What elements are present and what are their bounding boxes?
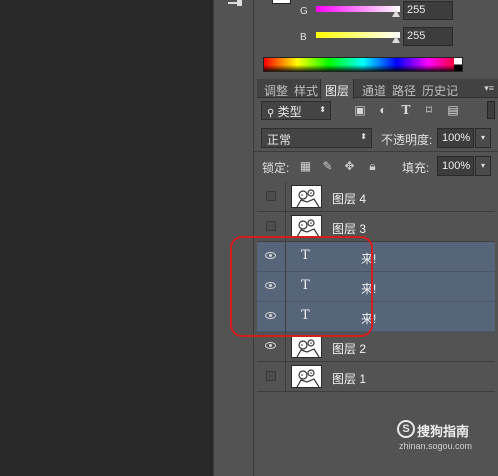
sogou-logo-icon: S xyxy=(397,420,415,438)
spectrum-shade xyxy=(264,65,462,71)
brush-icon[interactable] xyxy=(228,0,242,8)
shape-layer-filter-icon[interactable]: ⌑ xyxy=(422,103,436,117)
blue-slider-thumb[interactable] xyxy=(392,36,400,43)
watermark-url: zhinan.sogou.com xyxy=(399,441,473,451)
tab-styles[interactable]: 样式 xyxy=(290,79,322,98)
fill-dropdown-button[interactable]: ▾ xyxy=(475,156,491,176)
blend-mode-select[interactable]: 正常 ⬍ xyxy=(261,128,372,148)
panel-tab-bar: 调整 样式 图层 通道 路径 历史记 ▾≡ xyxy=(257,79,498,99)
tab-paths[interactable]: 路径 xyxy=(388,79,420,98)
opacity-input[interactable]: 100% xyxy=(437,128,474,148)
opacity-label: 不透明度: xyxy=(381,133,433,147)
color-spectrum-bar[interactable] xyxy=(263,57,463,72)
blue-channel-label: B xyxy=(300,32,307,43)
fill-label: 填充: xyxy=(402,161,430,175)
selection-highlight-annotation xyxy=(230,236,373,337)
green-slider-track[interactable] xyxy=(316,6,400,12)
panel-menu-icon[interactable]: ▾≡ xyxy=(484,83,494,94)
hidden-box-icon xyxy=(266,221,276,231)
green-slider-thumb[interactable] xyxy=(392,10,400,17)
lock-label: 锁定: xyxy=(262,161,290,175)
visibility-toggle[interactable] xyxy=(257,362,286,392)
opacity-dropdown-button[interactable]: ▾ xyxy=(475,128,491,148)
black-white-swatch[interactable] xyxy=(454,58,462,71)
smart-object-filter-icon[interactable]: ▤ xyxy=(446,103,460,117)
watermark-text: 搜狗指南 xyxy=(417,424,470,439)
layer-row[interactable]: 图层 1 xyxy=(257,362,495,392)
eye-icon xyxy=(265,342,276,349)
layer-filter-kind-select[interactable]: ⚲ 类型 ⬍ xyxy=(261,101,331,120)
document-canvas-area[interactable] xyxy=(0,0,213,476)
tab-channels[interactable]: 通道 xyxy=(358,79,390,98)
updown-arrows-icon: ⬍ xyxy=(360,132,367,141)
layer-thumbnail xyxy=(291,185,322,208)
tab-history[interactable]: 历史记 xyxy=(418,79,462,98)
lock-image-pixels-icon[interactable]: ✎ xyxy=(321,160,334,173)
layer-name[interactable]: 图层 3 xyxy=(332,220,366,237)
layer-name[interactable]: 图层 1 xyxy=(332,370,366,387)
green-value-input[interactable]: 255 xyxy=(403,1,453,20)
divider xyxy=(254,151,498,152)
green-channel-label: G xyxy=(300,6,308,17)
visibility-toggle[interactable] xyxy=(257,182,286,212)
updown-arrows-icon: ⬍ xyxy=(319,105,326,114)
type-layer-filter-icon[interactable]: T xyxy=(399,103,413,117)
lock-all-icon[interactable]: 🔒︎ xyxy=(366,160,379,173)
hidden-box-icon xyxy=(266,191,276,201)
filter-kind-label: 类型 xyxy=(277,105,302,119)
layer-name[interactable]: 图层 2 xyxy=(332,340,366,357)
blue-slider-track[interactable] xyxy=(316,32,400,38)
layer-thumbnail xyxy=(291,365,322,388)
layer-name[interactable]: 图层 4 xyxy=(332,190,366,207)
layer-row[interactable]: 图层 4 xyxy=(257,182,495,212)
fill-input[interactable]: 100% xyxy=(437,156,474,176)
hidden-box-icon xyxy=(266,371,276,381)
search-icon: ⚲ xyxy=(267,108,275,119)
blue-value-input[interactable]: 255 xyxy=(403,27,453,46)
green-slider-row: G 255 xyxy=(298,1,498,22)
blue-slider-row: B 255 xyxy=(298,27,498,48)
adjustment-layer-filter-icon[interactable]: ◐ xyxy=(376,103,390,117)
layer-thumbnail xyxy=(291,215,322,238)
color-swatch[interactable] xyxy=(272,0,291,4)
lock-transparent-pixels-icon[interactable]: ▦ xyxy=(299,160,312,173)
blend-mode-value: 正常 xyxy=(267,133,292,147)
lock-position-icon[interactable]: ✥ xyxy=(343,160,356,173)
filter-toggle-switch[interactable] xyxy=(487,101,495,119)
layer-thumbnail xyxy=(291,335,322,358)
tab-adjustments[interactable]: 调整 xyxy=(260,79,292,98)
pixel-layer-filter-icon[interactable]: ▣ xyxy=(353,103,367,117)
tab-layers[interactable]: 图层 xyxy=(320,79,355,99)
